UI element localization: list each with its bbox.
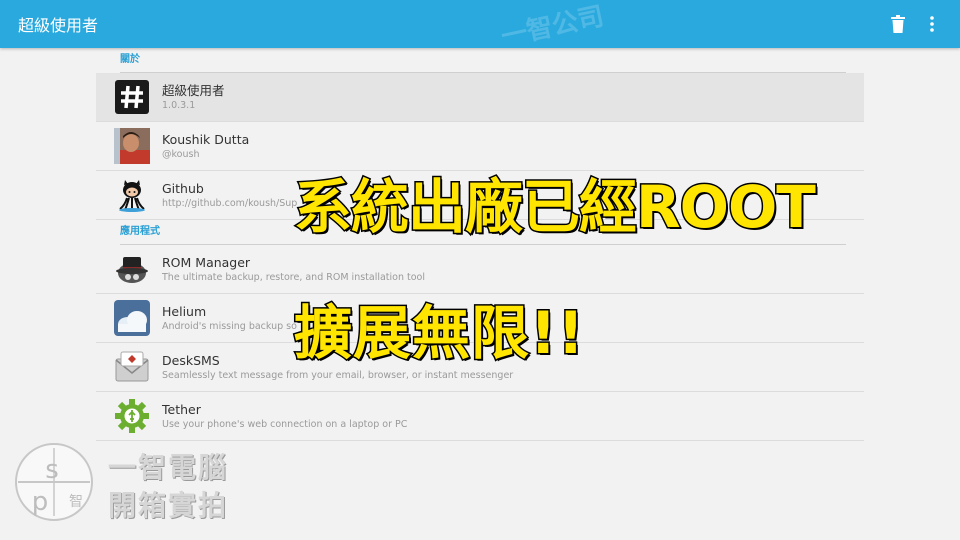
list-item-subtitle: @koush (162, 148, 200, 160)
overflow-menu-icon (930, 16, 934, 32)
list-item-tether[interactable]: Tether Use your phone's web connection o… (96, 392, 864, 441)
list-item-subtitle: 1.0.3.1 (162, 99, 196, 111)
tether-gear-icon (114, 398, 150, 434)
list-item-subtitle: Seamlessly text message from your email,… (162, 369, 514, 381)
rom-manager-icon (114, 251, 150, 287)
list-item-title: ROM Manager (162, 254, 251, 270)
trash-icon (891, 15, 905, 33)
app-title: 超級使用者 (18, 16, 99, 35)
overflow-menu-button[interactable] (918, 10, 946, 38)
hash-icon (114, 79, 150, 115)
watermark-text-line2: 開箱實拍 (108, 489, 229, 522)
section-header-about: 關於 (120, 48, 846, 73)
app-bar-actions (878, 10, 946, 38)
list-item-subtitle: Android's missing backup so (162, 320, 297, 332)
settings-list: 關於 超級使用者 1.0.3.1 Koushik Dutta @koush Gi… (96, 48, 864, 441)
avatar (114, 128, 150, 164)
watermark-logo-char: 智 (69, 494, 83, 510)
github-octocat-icon (114, 177, 150, 213)
svg-text:s: s (45, 455, 59, 485)
helium-cloud-icon (114, 300, 150, 336)
app-bar: 超級使用者 (0, 0, 960, 48)
list-item-subtitle: The ultimate backup, restore, and ROM in… (162, 271, 426, 283)
list-item-superuser[interactable]: 超級使用者 1.0.3.1 (96, 73, 864, 122)
list-item-title: Tether (162, 401, 201, 417)
desksms-mail-icon (114, 349, 150, 385)
watermark-logo: s p 智 (12, 440, 96, 524)
list-item-subtitle: http://github.com/koush/Sup (162, 197, 298, 209)
list-item-title: Github (162, 180, 204, 196)
overlay-caption-line1: 系統出廠已經ROOT (293, 172, 818, 243)
overlay-caption-line2: 擴展無限!! (293, 298, 586, 369)
delete-button[interactable] (884, 10, 912, 38)
svg-text:p: p (32, 487, 49, 517)
list-item-title: Helium (162, 303, 207, 319)
list-item-subtitle: Use your phone's web connection on a lap… (162, 418, 408, 430)
watermark-text-line1: 一智電腦 (108, 451, 229, 484)
list-item-title: 超級使用者 (162, 82, 225, 98)
list-item-title: Koushik Dutta (162, 131, 250, 147)
